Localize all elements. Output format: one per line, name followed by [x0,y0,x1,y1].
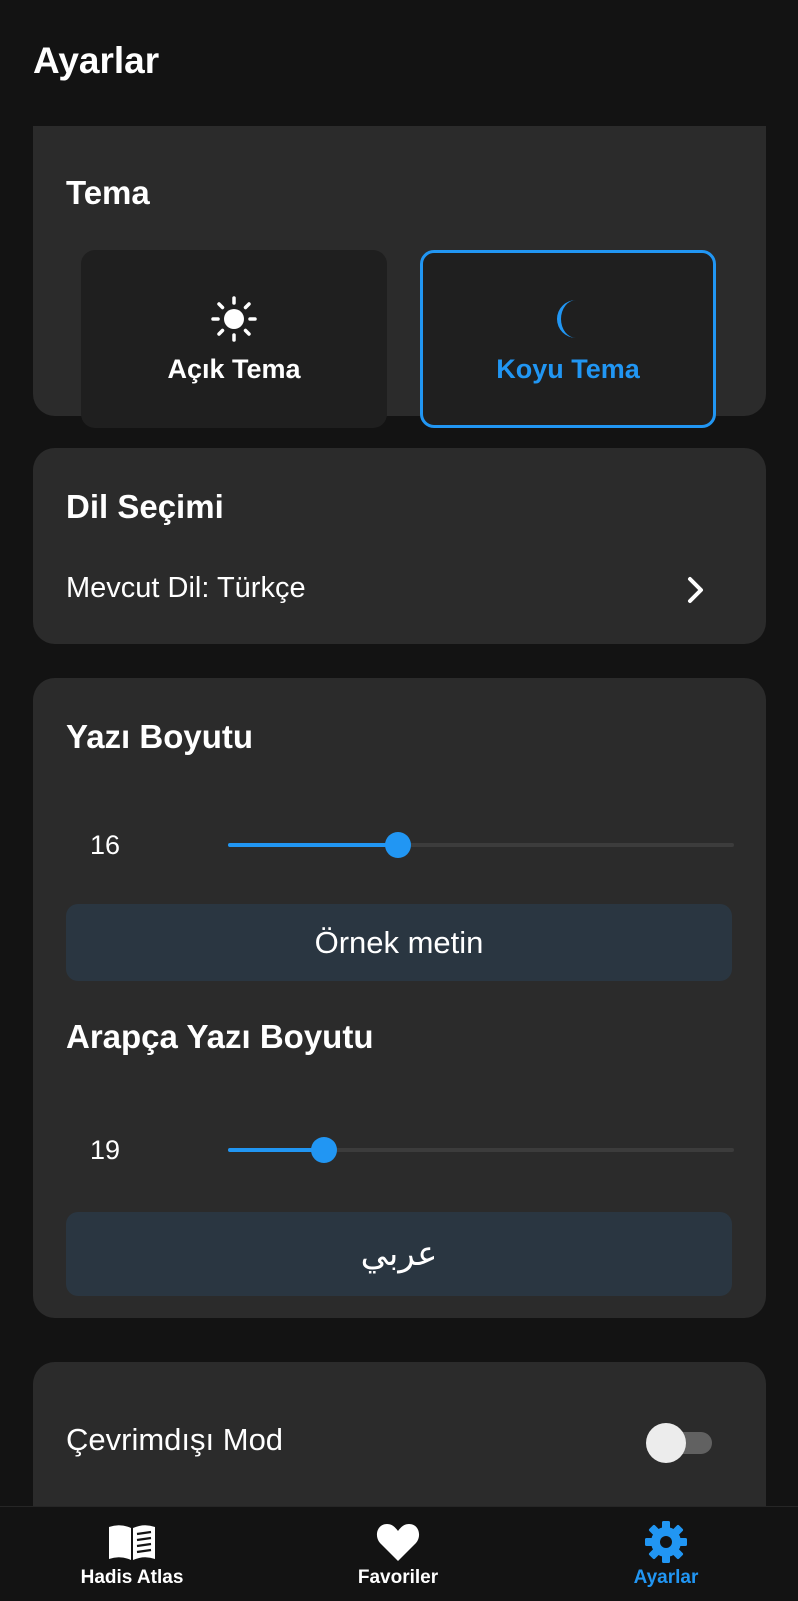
language-selector[interactable]: Mevcut Dil: Türkçe [66,568,716,612]
offline-mode-label: Çevrimdışı Mod [66,1422,284,1457]
offline-mode-card: Çevrimdışı Mod [33,1362,766,1506]
arabic-font-size-preview: عربي [66,1212,732,1296]
font-size-card: Yazı Boyutu 16 Örnek metin Arapça Yazı B… [33,678,766,1318]
light-theme-option[interactable]: Açık Tema [81,250,387,428]
dark-theme-label: Koyu Tema [496,353,640,384]
language-section-title: Dil Seçimi [66,488,224,525]
bottom-navigation: Hadis Atlas Favoriler Ayarlar [0,1506,798,1600]
chevron-right-icon [676,568,716,612]
nav-label-favoriler: Favoriler [357,1567,439,1588]
light-theme-label: Açık Tema [167,353,301,384]
arabic-font-size-slider[interactable] [228,1137,734,1163]
arabic-font-size-title: Arapça Yazı Boyutu [66,1018,374,1055]
offline-mode-toggle[interactable] [646,1422,712,1463]
font-size-slider-row: 16 [66,820,734,870]
font-size-title: Yazı Boyutu [66,718,254,755]
arabic-font-size-slider-fill [228,1148,325,1152]
heart-icon [375,1519,421,1565]
font-size-slider[interactable] [228,832,734,858]
dark-theme-option[interactable]: Koyu Tema [420,250,716,428]
arabic-font-size-slider-row: 19 [66,1125,734,1175]
nav-item-hadis-atlas[interactable]: Hadis Atlas [62,1507,202,1601]
app-bar: Ayarlar [0,0,798,126]
nav-item-favoriler[interactable]: Favoriler [328,1507,468,1601]
current-language-label: Mevcut Dil: Türkçe [66,572,306,604]
page-title: Ayarlar [33,40,160,81]
nav-label-hadis-atlas: Hadis Atlas [80,1567,184,1588]
font-size-value: 16 [90,830,121,860]
settings-content[interactable]: Tema Açık Tema Koyu Tema Dil Seçimi Mevc… [0,126,798,1506]
book-icon [107,1519,157,1565]
nav-label-ayarlar: Ayarlar [633,1567,699,1588]
font-size-slider-thumb[interactable] [384,832,411,858]
font-size-preview: Örnek metin [66,904,732,981]
font-size-slider-fill [228,843,398,847]
toggle-knob [646,1423,686,1463]
theme-section-title: Tema [66,174,150,211]
theme-card: Tema Açık Tema Koyu Tema [33,126,766,428]
nav-item-ayarlar[interactable]: Ayarlar [596,1507,736,1601]
arabic-font-size-slider-thumb[interactable] [311,1137,338,1163]
arabic-font-size-value: 19 [90,1135,121,1165]
sun-icon [210,294,258,344]
language-card: Dil Seçimi Mevcut Dil: Türkçe [33,448,766,644]
gear-icon [644,1519,688,1565]
moon-icon [546,294,590,344]
